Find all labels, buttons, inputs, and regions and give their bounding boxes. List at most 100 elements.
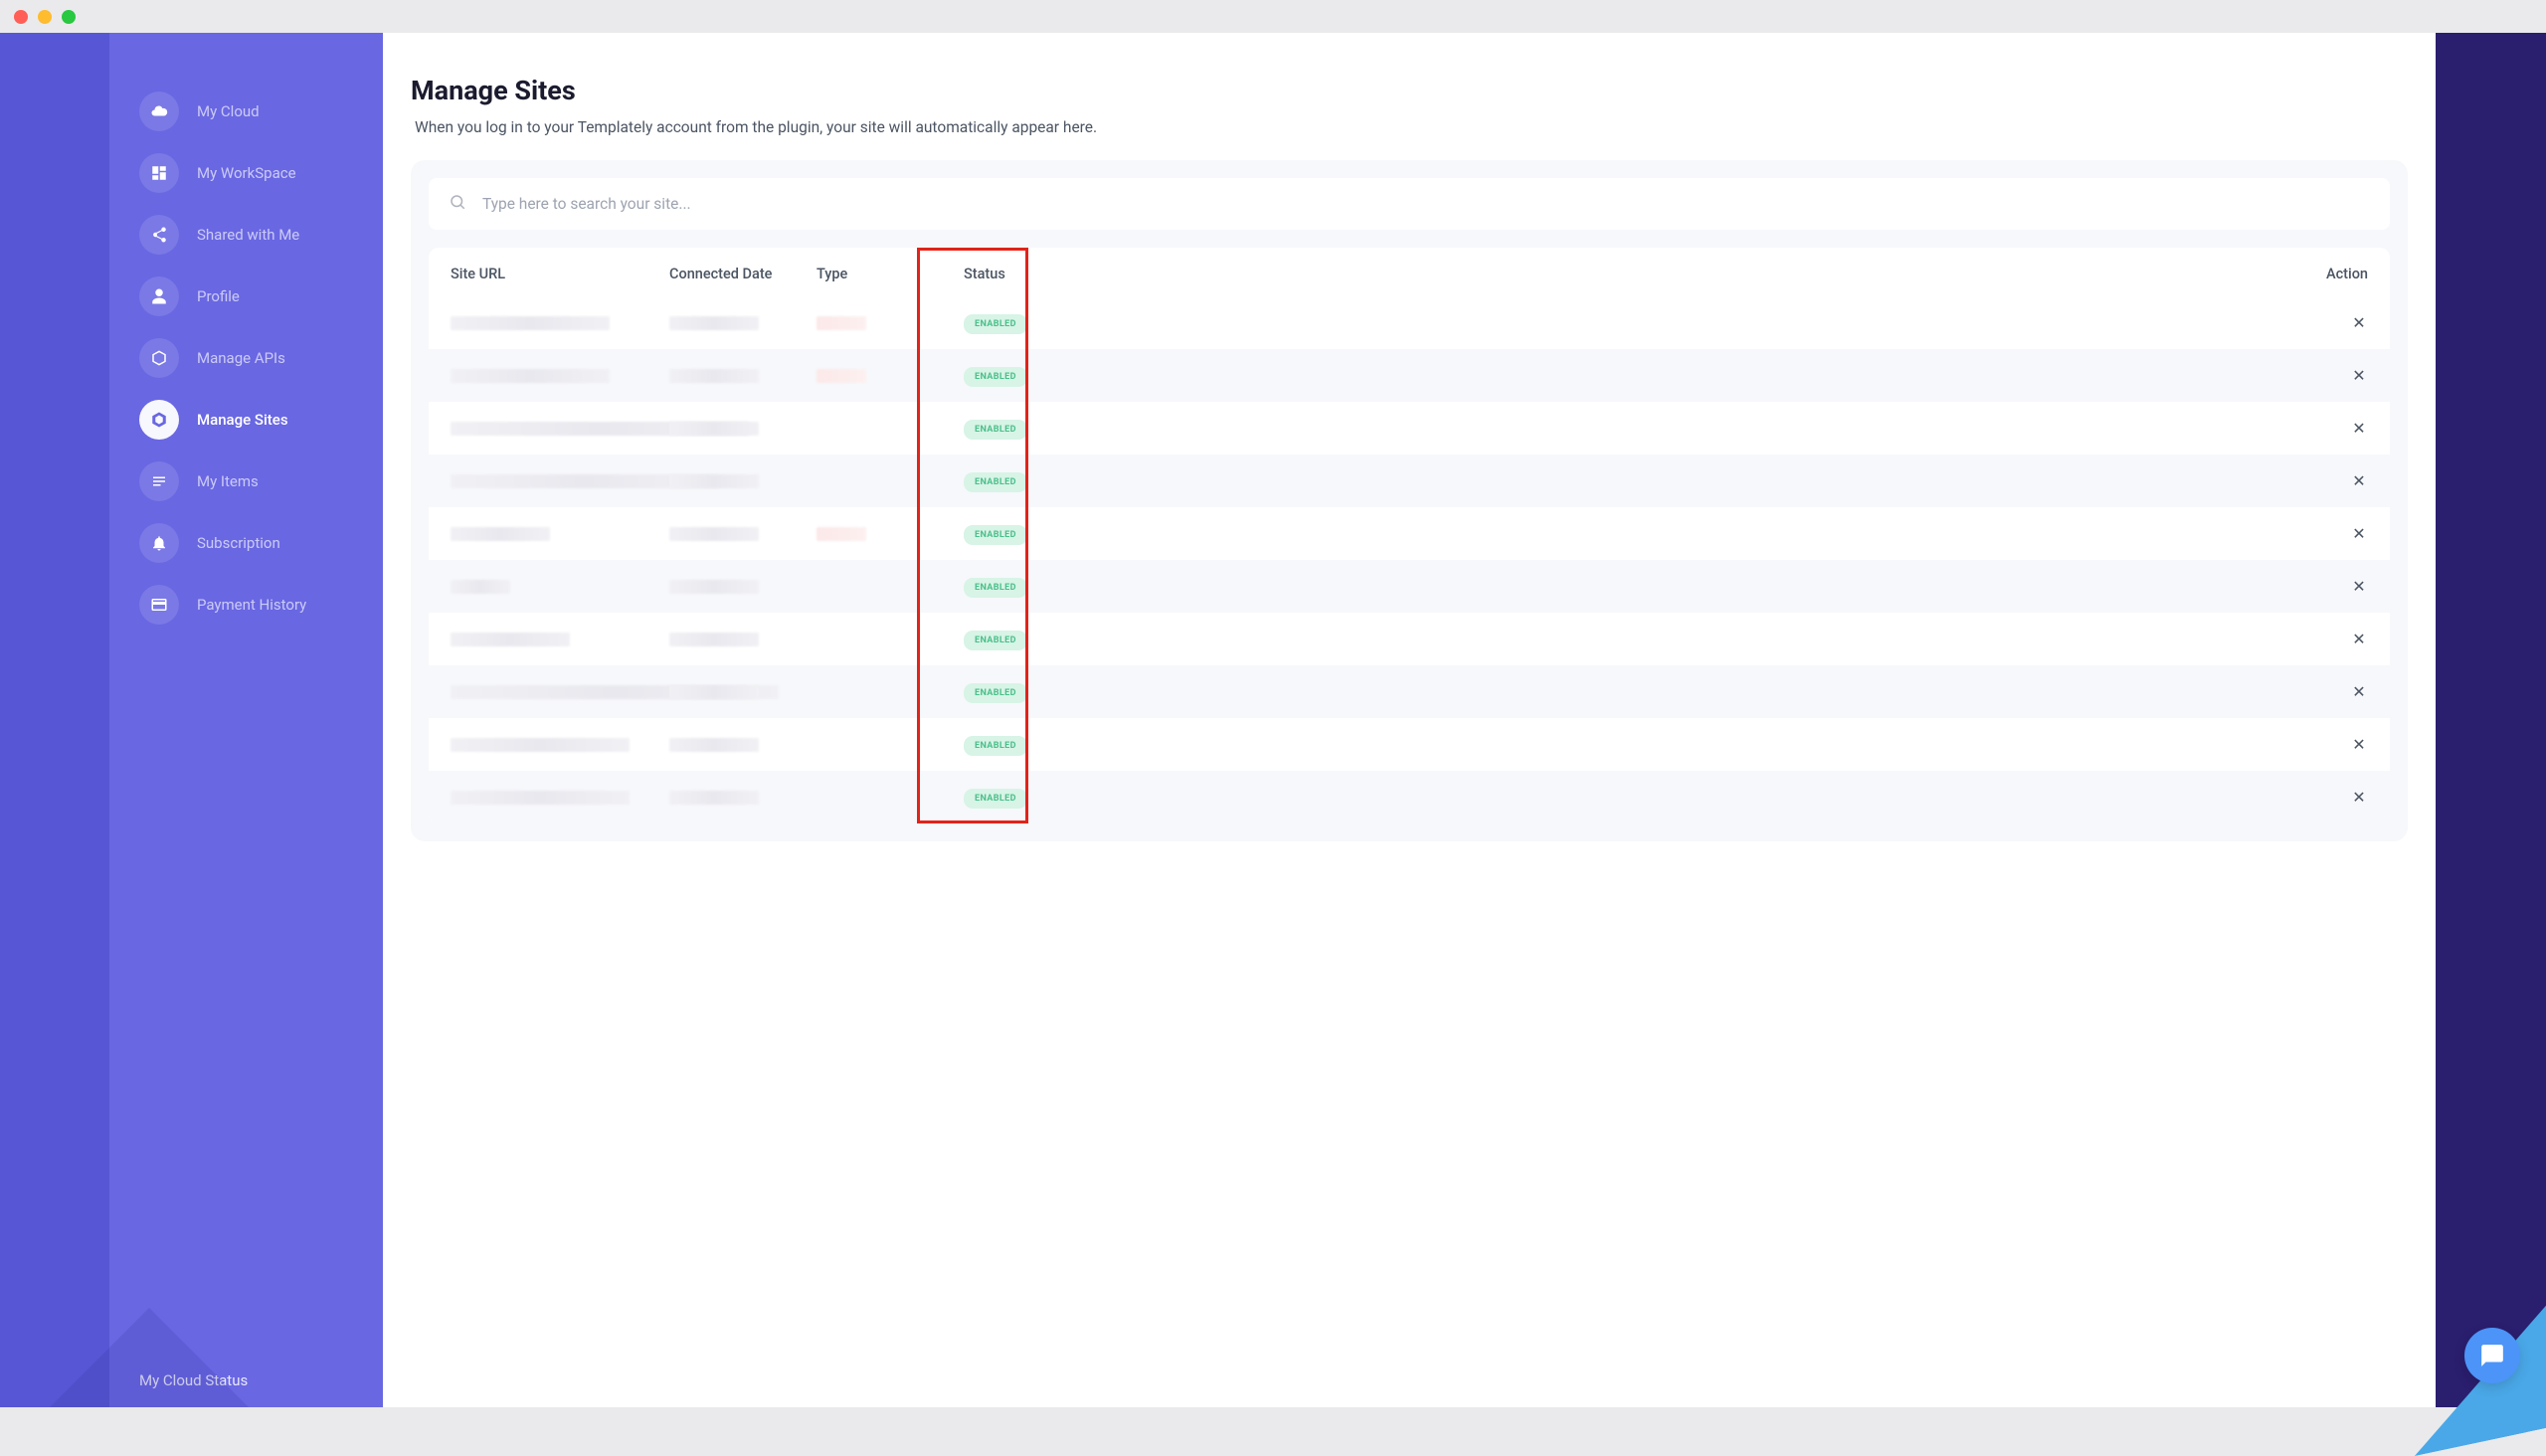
content-card: Site URL Connected Date Type Status Acti…: [411, 160, 2408, 841]
connected-date-redacted: [669, 633, 759, 646]
sidebar-item-label: Manage Sites: [197, 411, 288, 429]
sites-icon: [139, 400, 179, 440]
share-icon: [139, 215, 179, 255]
site-type-redacted: [817, 316, 866, 330]
window-minimize-button[interactable]: [38, 10, 52, 24]
table-row: ENABLED ✕: [429, 349, 2390, 402]
search-icon: [449, 193, 466, 215]
site-url-redacted: [451, 527, 550, 541]
site-url-redacted: [451, 369, 610, 383]
site-type-redacted: [817, 369, 866, 383]
window-maximize-button[interactable]: [62, 10, 76, 24]
status-badge: ENABLED: [964, 420, 1027, 440]
table-row: ENABLED ✕: [429, 402, 2390, 455]
sidebar-item-my-items[interactable]: My Items: [109, 451, 383, 512]
delete-site-button[interactable]: ✕: [2350, 631, 2368, 648]
table-row: ENABLED ✕: [429, 613, 2390, 665]
sidebar-item-label: My WorkSpace: [197, 164, 296, 182]
table-row: ENABLED ✕: [429, 771, 2390, 823]
status-badge: ENABLED: [964, 472, 1027, 492]
status-badge: ENABLED: [964, 789, 1027, 809]
connected-date-redacted: [669, 685, 759, 699]
sidebar-item-payment-history[interactable]: Payment History: [109, 574, 383, 636]
status-badge: ENABLED: [964, 631, 1027, 650]
status-badge: ENABLED: [964, 525, 1027, 545]
sidebar-narrow-strip: [0, 33, 109, 1407]
window-close-button[interactable]: [14, 10, 28, 24]
main-content: Manage Sites When you log in to your Tem…: [383, 33, 2436, 1407]
page-subtitle: When you log in to your Templately accou…: [411, 118, 2408, 136]
sidebar-item-label: Subscription: [197, 534, 280, 552]
card-icon: [139, 585, 179, 625]
connected-date-redacted: [669, 316, 759, 330]
page-title: Manage Sites: [411, 75, 2408, 106]
site-url-redacted: [451, 791, 630, 805]
connected-date-redacted: [669, 474, 759, 488]
table-row: ENABLED ✕: [429, 507, 2390, 560]
site-url-redacted: [451, 316, 610, 330]
sidebar-item-manage-sites[interactable]: Manage Sites: [109, 389, 383, 451]
sidebar-item-my-cloud[interactable]: My Cloud: [109, 81, 383, 142]
status-badge: ENABLED: [964, 578, 1027, 598]
delete-site-button[interactable]: ✕: [2350, 472, 2368, 490]
table-row: ENABLED ✕: [429, 296, 2390, 349]
table-row: ENABLED ✕: [429, 665, 2390, 718]
workspace-icon: [139, 153, 179, 193]
sidebar-item-label: Manage APIs: [197, 349, 285, 367]
site-url-redacted: [451, 580, 510, 594]
delete-site-button[interactable]: ✕: [2350, 314, 2368, 332]
sidebar-item-my-workspace[interactable]: My WorkSpace: [109, 142, 383, 204]
connected-date-redacted: [669, 738, 759, 752]
sidebar-decoration: [50, 1308, 249, 1407]
table-row: ENABLED ✕: [429, 455, 2390, 507]
status-badge: ENABLED: [964, 683, 1027, 703]
delete-site-button[interactable]: ✕: [2350, 736, 2368, 754]
sidebar-item-label: My Items: [197, 472, 259, 490]
table-row: ENABLED ✕: [429, 560, 2390, 613]
sidebar-item-label: Shared with Me: [197, 226, 299, 244]
delete-site-button[interactable]: ✕: [2350, 367, 2368, 385]
sidebar-item-profile[interactable]: Profile: [109, 266, 383, 327]
sites-table: Site URL Connected Date Type Status Acti…: [429, 248, 2390, 823]
th-type: Type: [817, 266, 964, 282]
connected-date-redacted: [669, 369, 759, 383]
delete-site-button[interactable]: ✕: [2350, 420, 2368, 438]
sidebar-item-shared-with-me[interactable]: Shared with Me: [109, 204, 383, 266]
th-connected-date: Connected Date: [669, 266, 817, 282]
site-type-redacted: [817, 527, 866, 541]
cloud-icon: [139, 91, 179, 131]
sidebar-item-manage-apis[interactable]: Manage APIs: [109, 327, 383, 389]
bell-icon: [139, 523, 179, 563]
table-row: ENABLED ✕: [429, 718, 2390, 771]
delete-site-button[interactable]: ✕: [2350, 578, 2368, 596]
connected-date-redacted: [669, 580, 759, 594]
window-chrome: [0, 0, 2546, 33]
sidebar: My Cloud My WorkSpace Shared with Me Pro…: [109, 33, 383, 1407]
connected-date-redacted: [669, 527, 759, 541]
search-box: [429, 178, 2390, 230]
th-site-url: Site URL: [451, 266, 669, 282]
th-status: Status: [964, 266, 2269, 282]
site-url-redacted: [451, 633, 570, 646]
site-url-redacted: [451, 738, 630, 752]
connected-date-redacted: [669, 791, 759, 805]
user-icon: [139, 276, 179, 316]
connected-date-redacted: [669, 422, 759, 436]
sidebar-item-subscription[interactable]: Subscription: [109, 512, 383, 574]
search-input[interactable]: [482, 195, 2370, 213]
sidebar-item-label: Profile: [197, 287, 240, 305]
table-header: Site URL Connected Date Type Status Acti…: [429, 248, 2390, 296]
status-badge: ENABLED: [964, 314, 1027, 334]
th-action: Action: [2269, 266, 2368, 282]
delete-site-button[interactable]: ✕: [2350, 525, 2368, 543]
chat-support-button[interactable]: [2464, 1328, 2520, 1383]
status-badge: ENABLED: [964, 736, 1027, 756]
delete-site-button[interactable]: ✕: [2350, 789, 2368, 807]
right-decorative-bar: [2436, 33, 2546, 1407]
delete-site-button[interactable]: ✕: [2350, 683, 2368, 701]
status-badge: ENABLED: [964, 367, 1027, 387]
sidebar-item-label: My Cloud: [197, 102, 260, 120]
items-icon: [139, 461, 179, 501]
sidebar-item-label: Payment History: [197, 596, 306, 614]
api-icon: [139, 338, 179, 378]
